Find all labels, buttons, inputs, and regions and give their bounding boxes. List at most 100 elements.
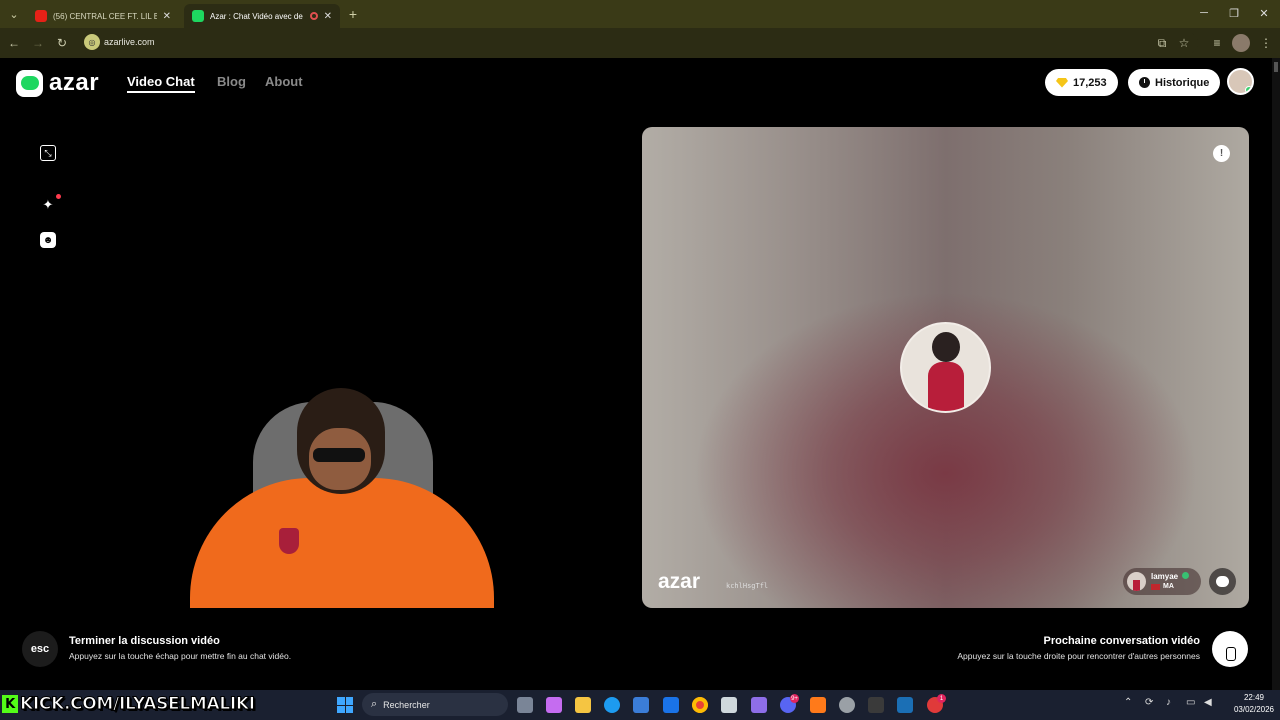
menu-kebab-icon[interactable]: ⋮ — [1257, 34, 1275, 52]
end-chat-subtitle: Appuyez sur la touche échap pour mettre … — [69, 651, 292, 661]
stream-overlay: K KICK.COM/ILYASELMALIKI — [2, 690, 256, 718]
tab-title: Azar : Chat Vidéo avec de n — [210, 11, 304, 21]
history-label: Historique — [1155, 76, 1210, 89]
gems-button[interactable]: 17,253 — [1045, 69, 1118, 96]
nav-video-chat[interactable]: Video Chat — [127, 74, 195, 93]
clock-time: 22:49 — [1243, 693, 1265, 702]
peer-info-chip[interactable]: lamyae MA — [1123, 568, 1201, 595]
reload-icon[interactable]: ↻ — [53, 34, 71, 52]
browser-toolbar: ← → ↻ ◎ azarlive.com ⧉ ☆ ≡ ⋮ — [0, 28, 1280, 58]
chat-bubble-icon — [1216, 576, 1229, 587]
copilot-icon[interactable] — [546, 697, 562, 713]
app-badge: 1 — [937, 694, 946, 703]
windows-taskbar: K KICK.COM/ILYASELMALIKI ⌕ Rechercher 9+… — [0, 690, 1280, 720]
edge-icon[interactable] — [604, 697, 620, 713]
azar-logo-icon — [16, 69, 43, 97]
app-dark-icon[interactable] — [868, 697, 884, 713]
address-bar[interactable]: ◎ azarlive.com — [80, 32, 1198, 54]
peer-name: lamyae — [1151, 572, 1179, 581]
close-tab-icon[interactable]: ✕ — [324, 11, 332, 22]
my-camera-feed — [187, 382, 497, 608]
clock-icon — [1139, 77, 1150, 88]
clock-date: 03/02/2026 — [1233, 705, 1275, 714]
fullscreen-icon[interactable]: ⤡ — [40, 145, 56, 161]
club-crest-icon — [279, 528, 299, 554]
tab-title: (56) CENTRAL CEE FT. LIL BABY — [53, 11, 157, 21]
peer-profile-photo — [900, 322, 991, 413]
discord-badge: 9+ — [790, 694, 799, 703]
logo-text: azar — [49, 69, 100, 96]
bookmark-star-icon[interactable]: ☆ — [1175, 34, 1193, 52]
nav-blog[interactable]: Blog — [217, 74, 246, 89]
mouse-cursor — [1226, 647, 1236, 661]
kick-logo-icon: K — [2, 695, 18, 713]
azar-watermark: azar — [658, 570, 701, 593]
history-button[interactable]: Historique — [1128, 69, 1221, 96]
volume-icon[interactable]: ◀ — [1204, 697, 1212, 708]
windows-start-icon[interactable] — [337, 697, 353, 713]
end-chat-title: Terminer la discussion vidéo — [69, 635, 220, 647]
user-avatar[interactable] — [1227, 68, 1254, 95]
watermark-id: kchlHsgTfl — [726, 582, 769, 590]
file-explorer-icon[interactable] — [575, 697, 591, 713]
install-app-icon[interactable]: ⧉ — [1153, 34, 1171, 52]
profile-avatar-icon[interactable] — [1232, 34, 1250, 52]
url-text: azarlive.com — [104, 37, 155, 47]
magic-wand-icon[interactable]: ✦ — [40, 197, 56, 213]
forward-icon[interactable]: → — [29, 34, 47, 52]
microphone-icon[interactable]: ♪ — [1166, 697, 1171, 708]
restore-icon[interactable]: ❐ — [1218, 4, 1250, 22]
next-chat-subtitle: Appuyez sur la touche droite pour rencon… — [957, 651, 1200, 661]
azar-page: azar Video Chat Blog About 17,253 Histor… — [0, 58, 1272, 690]
youtube-icon — [35, 10, 47, 22]
verified-icon — [1182, 572, 1189, 579]
app-a-icon[interactable] — [810, 697, 826, 713]
recording-icon — [309, 12, 318, 20]
media-controls-icon[interactable]: ≡ — [1208, 34, 1226, 52]
stream-overlay-text: KICK.COM/ILYASELMALIKI — [20, 694, 256, 715]
face-mask-icon[interactable]: ☻ — [40, 232, 56, 248]
minimize-icon[interactable]: ─ — [1188, 4, 1220, 22]
close-window-icon[interactable]: ✕ — [1248, 4, 1280, 22]
tray-chevron-icon[interactable]: ⌃ — [1124, 697, 1132, 708]
system-clock[interactable]: 22:49 03/02/2026 — [1232, 692, 1276, 716]
game-controller-icon[interactable] — [751, 697, 767, 713]
network-icon[interactable]: ▭ — [1186, 697, 1195, 708]
store-icon[interactable] — [633, 697, 649, 713]
tab-youtube[interactable]: (56) CENTRAL CEE FT. LIL BABY ✕ — [27, 4, 179, 28]
task-view-icon[interactable] — [517, 697, 533, 713]
nav-about[interactable]: About — [265, 74, 303, 89]
chat-button[interactable] — [1209, 568, 1236, 595]
next-chat-title: Prochaine conversation vidéo — [1043, 635, 1201, 647]
gems-count: 17,253 — [1073, 76, 1107, 89]
my-video-panel: ⤡ ✦ ☻ — [22, 127, 628, 608]
flag-icon — [1151, 584, 1160, 590]
app-window-icon[interactable] — [721, 697, 737, 713]
site-info-icon[interactable]: ◎ — [84, 34, 100, 50]
obs-icon[interactable] — [839, 697, 855, 713]
online-status-icon — [1245, 86, 1252, 93]
screen: ⌄ (56) CENTRAL CEE FT. LIL BABY ✕ Azar :… — [0, 0, 1280, 720]
steam-icon[interactable] — [897, 697, 913, 713]
azar-favicon-icon — [192, 10, 204, 22]
peer-video-panel: ! azar kchlHsgTfl lamyae MA — [642, 127, 1249, 608]
outlook-icon[interactable] — [663, 697, 679, 713]
new-tab-button[interactable]: + — [344, 5, 362, 23]
gem-icon — [1056, 77, 1068, 88]
notification-dot — [56, 194, 61, 199]
peer-country: MA — [1163, 583, 1174, 590]
search-icon: ⌕ — [371, 698, 378, 710]
peer-mini-avatar — [1127, 572, 1146, 591]
sync-icon[interactable]: ⟳ — [1145, 697, 1153, 708]
chrome-icon[interactable] — [692, 697, 708, 713]
report-icon[interactable]: ! — [1213, 145, 1230, 162]
close-tab-icon[interactable]: ✕ — [163, 11, 171, 22]
page-scrollbar[interactable] — [1272, 58, 1280, 690]
search-placeholder: Rechercher — [383, 699, 430, 710]
tab-search-button[interactable]: ⌄ — [5, 5, 23, 23]
back-icon[interactable]: ← — [5, 34, 23, 52]
azar-logo[interactable]: azar — [16, 69, 99, 97]
end-chat-button[interactable]: esc — [22, 631, 58, 667]
tab-azar[interactable]: Azar : Chat Vidéo avec de n ✕ — [184, 4, 340, 28]
taskbar-search[interactable]: ⌕ Rechercher — [362, 693, 508, 716]
